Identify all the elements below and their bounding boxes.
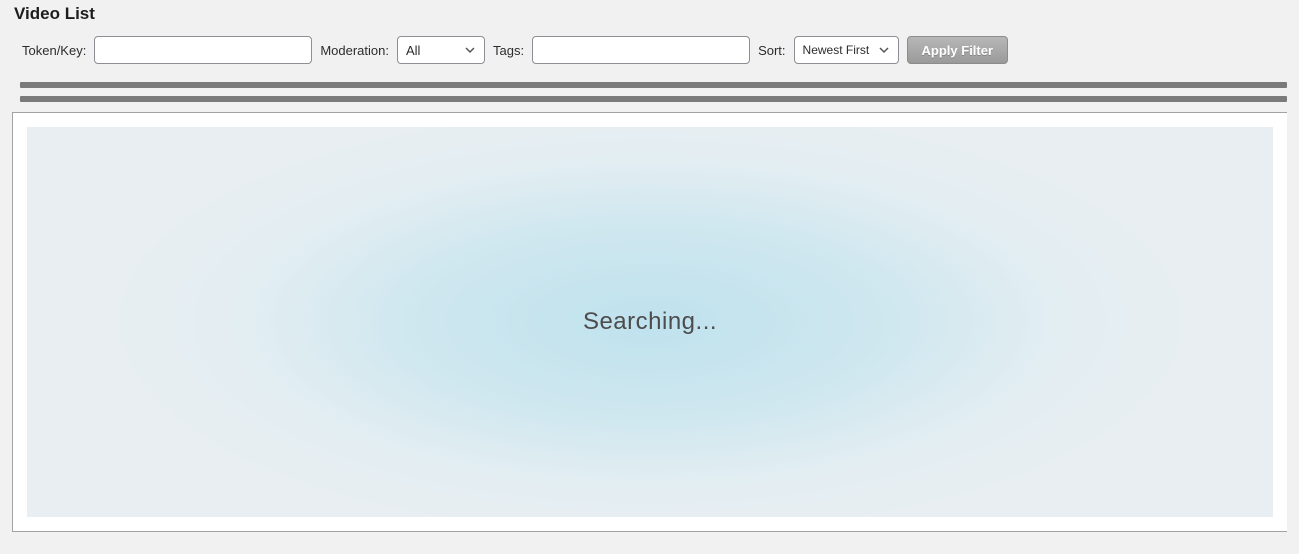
results-panel: Searching... bbox=[12, 112, 1287, 532]
page-title: Video List bbox=[12, 4, 1287, 24]
moderation-label: Moderation: bbox=[320, 43, 389, 58]
moderation-select[interactable]: All bbox=[397, 36, 485, 64]
token-input[interactable] bbox=[94, 36, 312, 64]
sort-select[interactable]: Newest First bbox=[794, 36, 899, 64]
sort-label: Sort: bbox=[758, 43, 785, 58]
filter-bar: Token/Key: Moderation: All Tags: Sort: N… bbox=[12, 36, 1287, 64]
searching-status: Searching... bbox=[583, 308, 717, 336]
tags-label: Tags: bbox=[493, 43, 524, 58]
apply-filter-button[interactable]: Apply Filter bbox=[907, 36, 1009, 64]
tags-input[interactable] bbox=[532, 36, 750, 64]
divider-bottom bbox=[20, 96, 1287, 102]
results-panel-inner: Searching... bbox=[27, 127, 1273, 517]
token-label: Token/Key: bbox=[22, 43, 86, 58]
